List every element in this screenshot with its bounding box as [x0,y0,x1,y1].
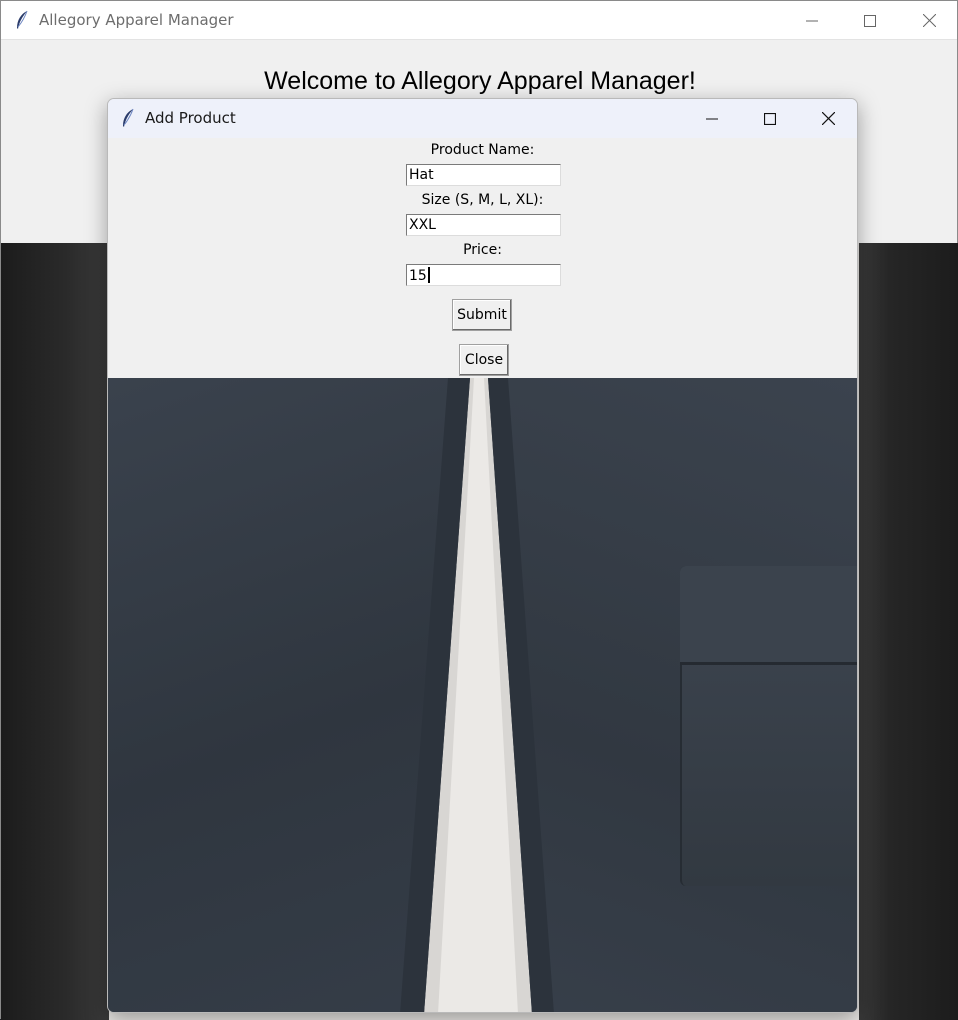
maximize-icon [864,14,876,27]
size-value: XXL [409,217,436,233]
price-input[interactable]: 15 [406,264,561,286]
size-label: Size (S, M, L, XL): [421,192,544,208]
welcome-heading: Welcome to Allegory Apparel Manager! [264,67,696,95]
dialog-title: Add Product [145,109,236,127]
add-product-dialog: Add Product Product Name: Hat Size (S, M… [107,98,858,1013]
dialog-titlebar[interactable]: Add Product [108,99,857,138]
main-maximize-button[interactable] [841,1,899,40]
main-window-title: Allegory Apparel Manager [39,11,234,29]
dialog-maximize-button[interactable] [741,99,799,138]
feather-icon [123,108,134,127]
text-caret [427,267,430,283]
background-chair-left [1,243,109,1020]
main-close-button[interactable] [900,1,958,40]
submit-button[interactable]: Submit [452,299,512,331]
dialog-close-button[interactable] [799,99,857,138]
maximize-icon [764,112,776,125]
feather-icon [17,10,28,29]
main-titlebar[interactable]: Allegory Apparel Manager [1,1,957,40]
minimize-icon [806,20,818,21]
size-input[interactable]: XXL [406,214,561,236]
jeans-pocket-flap [680,566,857,665]
dialog-minimize-button[interactable] [683,99,741,138]
product-name-label: Product Name: [430,142,535,158]
close-icon [922,14,936,27]
product-name-input[interactable]: Hat [406,164,561,186]
close-button[interactable]: Close [459,344,509,376]
minimize-icon [706,118,718,119]
price-value: 15 [409,268,427,284]
main-minimize-button[interactable] [783,1,841,40]
product-name-value: Hat [409,167,434,183]
background-chair-right [859,243,958,1020]
close-icon [821,112,835,125]
dialog-form: Product Name: Hat Size (S, M, L, XL): XX… [108,138,857,378]
jeans-product-image [108,378,857,1012]
price-label: Price: [463,242,502,258]
